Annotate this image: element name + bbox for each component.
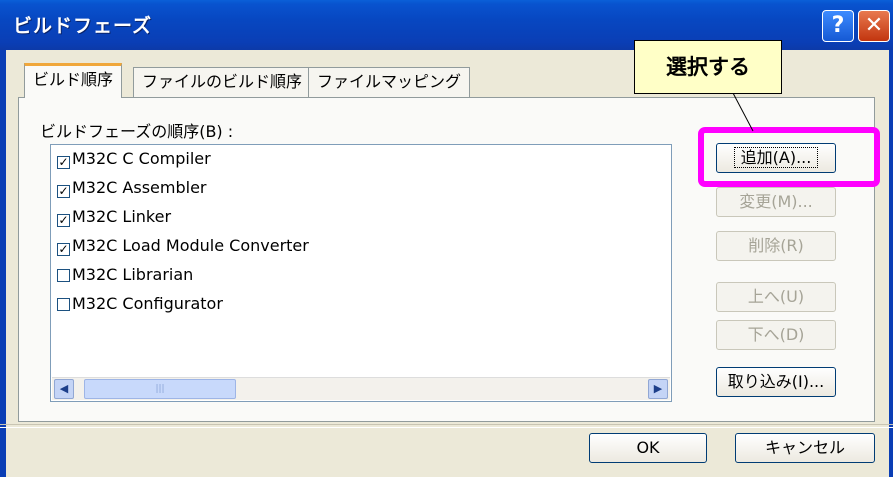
annotation-callout: 選択する (634, 40, 782, 94)
dialog-window: ビルドフェーズ ? ✕ ビルド順序 ファイルのビルド順序 ファイルマッピング ビ… (0, 0, 893, 477)
tab-build-order[interactable]: ビルド順序 (24, 63, 123, 98)
